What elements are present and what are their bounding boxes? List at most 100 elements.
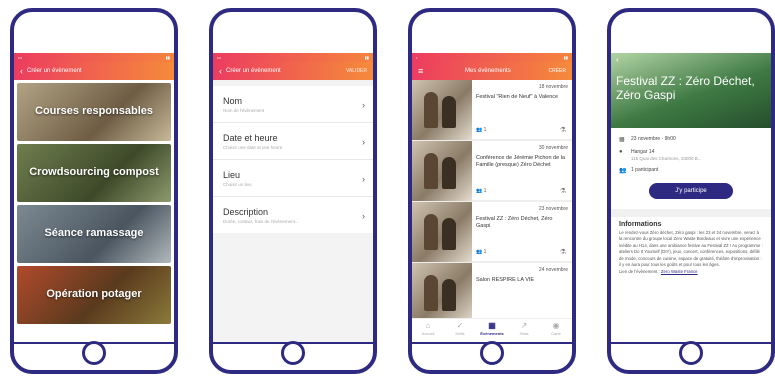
back-arrow-icon[interactable]: ‹ <box>219 66 222 76</box>
category-label: Opération potager <box>46 288 142 301</box>
event-title: Salon RESPIRE LA VIE <box>476 277 535 283</box>
header-title: Créer un évènement <box>226 68 281 74</box>
event-item[interactable]: 18 novembre Festival "Rien de Neuf" à Va… <box>412 80 572 141</box>
tab-accueil[interactable]: ⌂ Accueil <box>412 319 444 342</box>
field-label: Description <box>223 207 269 217</box>
event-date: 23 novembre <box>538 206 568 212</box>
phone-frame-create: ••• ▮▮ ‹ Créer un évènement Courses respo… <box>10 8 178 374</box>
home-button-icon[interactable] <box>679 341 703 365</box>
flask-icon: ⚗ <box>559 188 566 195</box>
section-divider <box>611 209 771 217</box>
event-title: Festival "Rien de Neuf" à Valence <box>476 94 559 100</box>
place-address: 115 Quai des Chartrons, 33000 B... <box>631 156 702 161</box>
event-date: 24 novembre <box>538 267 568 273</box>
event-date: 23 novembre - 9h00 <box>631 136 676 142</box>
field-placeholder: Durée, contact, frais de l'évènement... <box>223 219 299 224</box>
tab-stats[interactable]: ↗ Stats <box>508 319 540 342</box>
datetime-field[interactable]: Date et heure Choisir une date et une he… <box>213 123 373 160</box>
create-screen: ••• ▮▮ ‹ Créer un évènement Courses respo… <box>14 53 174 342</box>
event-title: Conférence de Jérémie Pichon de la Famil… <box>476 155 565 169</box>
back-arrow-icon[interactable]: ‹ <box>20 66 23 76</box>
event-participants: 1 <box>483 249 487 255</box>
header-title: Créer un évènement <box>27 68 82 74</box>
event-participants: 1 <box>483 188 487 194</box>
people-icon: 👥 <box>476 188 483 194</box>
category-card-potager[interactable]: Opération potager <box>17 266 171 324</box>
participate-button[interactable]: J'y participe <box>649 183 733 199</box>
field-placeholder: Choisir une date et une heure <box>223 145 283 150</box>
tab-defis[interactable]: ✓ Défis <box>444 319 476 342</box>
map-pin-icon: ◉ <box>552 321 560 330</box>
detail-screen: ‹ Festival ZZ : Zéro Déchet, Zéro Gaspi … <box>611 53 771 342</box>
status-bar: • ▮▮ <box>412 53 572 62</box>
event-title: Festival ZZ : Zéro Déchet, Zéro Gaspi <box>476 216 553 230</box>
chart-icon: ↗ <box>520 321 528 330</box>
category-card-compost[interactable]: Crowdsourcing compost <box>17 144 171 202</box>
event-item[interactable]: 24 novembre Salon RESPIRE LA VIE <box>412 263 572 324</box>
phone-frame-events: • ▮▮ ≡ Mes évènements CRÉER 18 novembre F… <box>408 8 576 374</box>
event-thumbnail <box>412 202 472 262</box>
phone-frame-detail: ‹ Festival ZZ : Zéro Déchet, Zéro Gaspi … <box>607 8 775 374</box>
location-field[interactable]: Lieu Choisir un lieu › <box>213 160 373 197</box>
status-bar: ••• ▮▮ <box>213 53 373 62</box>
field-label: Date et heure <box>223 133 278 143</box>
info-text: Le rendez-vous Zéro déchet, Zéro gaspi :… <box>619 230 763 274</box>
bottom-tab-bar: ⌂ Accueil ✓ Défis ▦ Évènements ↗ Stats ◉ Cart… <box>412 318 572 342</box>
home-icon: ⌂ <box>425 321 431 330</box>
flask-icon: ⚗ <box>559 249 566 256</box>
calendar-icon: ▦ <box>488 321 496 330</box>
description-field[interactable]: Description Durée, contact, frais de l'é… <box>213 197 373 234</box>
tab-carte[interactable]: ◉ Carte <box>540 319 572 342</box>
menu-icon[interactable]: ≡ <box>418 66 423 76</box>
event-hero: ‹ Festival ZZ : Zéro Déchet, Zéro Gaspi <box>611 53 771 128</box>
category-card-courses[interactable]: Courses responsables <box>17 83 171 141</box>
event-thumbnail <box>412 80 472 140</box>
flask-icon: ⚗ <box>559 127 566 134</box>
home-button-icon[interactable] <box>480 341 504 365</box>
home-button-icon[interactable] <box>281 341 305 365</box>
category-label: Courses responsables <box>35 105 153 118</box>
category-card-ramassage[interactable]: Séance ramassage <box>17 205 171 263</box>
event-date-row: ▦ 23 novembre - 9h00 <box>611 133 771 146</box>
field-placeholder: Choisir un lieu <box>223 182 252 187</box>
people-icon: 👥 <box>476 249 483 255</box>
event-thumbnail <box>412 141 472 201</box>
phone-frame-form: ••• ▮▮ ‹ Créer un évènement VALIDER Nom N… <box>209 8 377 374</box>
category-label: Crowdsourcing compost <box>29 166 159 179</box>
event-item[interactable]: 30 novembre Conférence de Jérémie Pichon… <box>412 141 572 202</box>
chevron-right-icon: › <box>362 173 365 184</box>
form-screen: ••• ▮▮ ‹ Créer un évènement VALIDER Nom N… <box>213 53 373 342</box>
chevron-right-icon: › <box>362 99 365 110</box>
people-icon: 👥 <box>619 168 627 174</box>
tab-evenements[interactable]: ▦ Évènements <box>476 319 508 342</box>
header-title: Mes évènements <box>465 68 511 74</box>
app-header: ‹ Créer un évènement VALIDER <box>213 62 373 80</box>
calendar-icon: ▦ <box>619 137 625 143</box>
info-heading: Informations <box>619 221 662 228</box>
events-screen: • ▮▮ ≡ Mes évènements CRÉER 18 novembre F… <box>412 53 572 342</box>
event-link[interactable]: Zero Waste France <box>661 269 698 274</box>
event-date: 30 novembre <box>538 145 568 151</box>
event-place-row[interactable]: ● Hangar 14 115 Quai des Chartrons, 3300… <box>611 146 771 164</box>
validate-button[interactable]: VALIDER <box>346 68 367 74</box>
event-date: 18 novembre <box>538 84 568 90</box>
check-icon: ✓ <box>456 321 464 330</box>
chevron-right-icon: › <box>362 210 365 221</box>
status-bar: ••• ▮▮ <box>14 53 174 62</box>
field-label: Nom <box>223 96 243 106</box>
back-arrow-icon[interactable]: ‹ <box>616 55 619 64</box>
place-name: Hangar 14 <box>631 149 655 155</box>
home-button-icon[interactable] <box>82 341 106 365</box>
field-label: Lieu <box>223 170 241 180</box>
event-title: Festival ZZ : Zéro Déchet, Zéro Gaspi <box>616 74 755 103</box>
category-label: Séance ramassage <box>44 227 144 240</box>
chevron-right-icon: › <box>362 136 365 147</box>
app-header: ≡ Mes évènements CRÉER <box>412 62 572 80</box>
people-icon: 👥 <box>476 127 483 133</box>
name-field[interactable]: Nom Nom de l'évènement › <box>213 86 373 123</box>
event-item[interactable]: 23 novembre Festival ZZ : Zéro Déchet, Z… <box>412 202 572 263</box>
event-participants: 1 <box>483 127 487 133</box>
event-participants-row: 👥 1 participant <box>611 164 771 177</box>
create-button[interactable]: CRÉER <box>548 68 566 74</box>
event-thumbnail <box>412 263 472 323</box>
